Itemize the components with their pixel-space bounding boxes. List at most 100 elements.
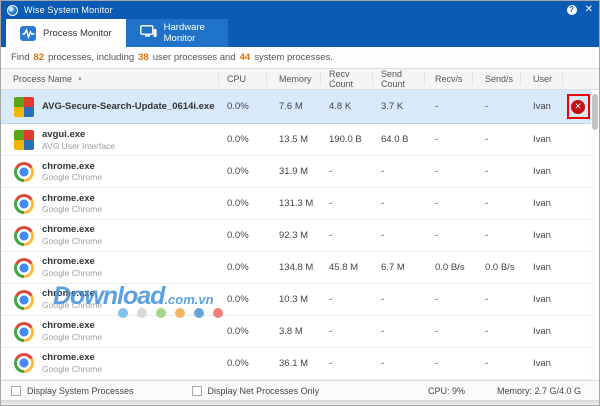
send-count-value: - bbox=[381, 230, 385, 242]
recv-s-value: - bbox=[435, 357, 439, 369]
recv-count-value: 190.0 B bbox=[329, 134, 362, 146]
column-header-memory[interactable]: Memory bbox=[267, 72, 321, 86]
recv-count-value: - bbox=[329, 230, 333, 242]
send-count-value: 64.0 B bbox=[381, 134, 409, 146]
column-header-recv-count[interactable]: Recv Count bbox=[321, 69, 373, 89]
recv-s-value: - bbox=[435, 230, 439, 242]
end-process-icon[interactable]: ✕ bbox=[571, 99, 585, 114]
display-net-processes-option[interactable]: Display Net Processes Only bbox=[191, 385, 319, 396]
column-header-user[interactable]: User bbox=[521, 72, 563, 86]
process-description: Google Chrome bbox=[42, 300, 103, 311]
process-name: chrome.exe bbox=[42, 224, 95, 236]
recv-count-value: 45.8 M bbox=[329, 262, 359, 274]
process-icon bbox=[14, 193, 34, 214]
table-row[interactable]: chrome.exe Google Chrome 0.0% 36.1 M - -… bbox=[1, 348, 599, 380]
system-process-count: 44 bbox=[239, 52, 251, 63]
user-value: Ivan bbox=[533, 230, 551, 242]
process-icon bbox=[14, 289, 34, 310]
display-net-processes-checkbox[interactable] bbox=[191, 385, 202, 396]
cpu-value: 0.0% bbox=[227, 101, 249, 113]
memory-value: 13.5 M bbox=[279, 134, 309, 146]
summary-text: Find bbox=[11, 52, 30, 63]
send-s-value: - bbox=[485, 198, 489, 210]
sort-ascending-icon: ▲ bbox=[77, 76, 83, 82]
send-s-value: - bbox=[485, 166, 489, 178]
process-name: chrome.exe bbox=[42, 256, 95, 268]
tab-hardware-monitor[interactable]: Hardware Monitor bbox=[125, 19, 228, 47]
process-name: chrome.exe bbox=[42, 288, 95, 300]
process-description: Google Chrome bbox=[42, 172, 103, 183]
scrollbar-thumb[interactable] bbox=[592, 94, 598, 130]
cpu-value: 0.0% bbox=[227, 230, 249, 242]
vertical-scrollbar[interactable] bbox=[591, 90, 599, 380]
column-header-send-count[interactable]: Send Count bbox=[373, 69, 425, 89]
process-description: Google Chrome bbox=[42, 268, 103, 279]
memory-usage-status: Memory: 2.7 G/4.0 G bbox=[496, 385, 581, 396]
send-count-value: 3.7 K bbox=[381, 101, 404, 113]
cpu-usage-status: CPU: 9% bbox=[427, 385, 465, 396]
process-description: Google Chrome bbox=[42, 364, 103, 375]
table-row[interactable]: chrome.exe Google Chrome 0.0% 131.3 M - … bbox=[1, 188, 599, 221]
cpu-value: 0.0% bbox=[227, 166, 249, 178]
help-icon[interactable]: ? bbox=[566, 5, 577, 15]
user-value: Ivan bbox=[533, 262, 551, 274]
app-logo-icon bbox=[7, 4, 18, 16]
table-row[interactable]: chrome.exe Google Chrome 0.0% 10.3 M - -… bbox=[1, 284, 599, 317]
tab-strip: Process Monitor Hardware Monitor bbox=[1, 19, 599, 47]
process-name: chrome.exe bbox=[42, 160, 95, 172]
cpu-value: 0.0% bbox=[227, 134, 249, 146]
summary-text: processes, including bbox=[48, 52, 135, 63]
cpu-value: 0.0% bbox=[227, 262, 249, 274]
memory-value: 134.8 M bbox=[279, 262, 314, 274]
process-description: Google Chrome bbox=[42, 204, 103, 215]
process-icon bbox=[14, 321, 34, 342]
column-header-send-s[interactable]: Send/s bbox=[473, 72, 521, 86]
process-icon bbox=[14, 353, 34, 374]
recv-s-value: - bbox=[435, 134, 439, 146]
process-description: Google Chrome bbox=[42, 332, 103, 343]
user-value: Ivan bbox=[533, 134, 551, 146]
table-row[interactable]: chrome.exe Google Chrome 0.0% 134.8 M 45… bbox=[1, 252, 599, 285]
recv-count-value: - bbox=[329, 357, 333, 369]
send-s-value: - bbox=[485, 357, 489, 369]
process-list: AVG-Secure-Search-Update_0614i.exe 0.0% … bbox=[1, 90, 599, 380]
process-name: chrome.exe bbox=[42, 352, 95, 364]
cpu-value: 0.0% bbox=[227, 326, 249, 338]
recv-count-value: 4.8 K bbox=[329, 101, 352, 113]
recv-s-value: - bbox=[435, 294, 439, 306]
display-system-processes-option[interactable]: Display System Processes bbox=[11, 385, 134, 396]
cpu-value: 0.0% bbox=[227, 198, 249, 210]
send-s-value: - bbox=[485, 134, 489, 146]
column-header-recv-s[interactable]: Recv/s bbox=[425, 72, 473, 86]
column-header-cpu[interactable]: CPU bbox=[219, 72, 267, 86]
send-s-value: - bbox=[485, 294, 489, 306]
table-row[interactable]: AVG-Secure-Search-Update_0614i.exe 0.0% … bbox=[1, 90, 599, 125]
user-value: Ivan bbox=[533, 294, 551, 306]
recv-count-value: - bbox=[329, 198, 333, 210]
recv-count-value: - bbox=[329, 166, 333, 178]
table-header: Process Name ▲ CPU Memory Recv Count Sen… bbox=[1, 68, 599, 90]
display-system-processes-checkbox[interactable] bbox=[11, 385, 21, 396]
process-icon bbox=[14, 257, 34, 278]
memory-value: 92.3 M bbox=[279, 230, 309, 242]
monitor-icon bbox=[139, 25, 157, 41]
column-header-action bbox=[563, 72, 593, 86]
table-row[interactable]: avgui.exe AVG User Interface 0.0% 13.5 M… bbox=[1, 124, 599, 157]
table-row[interactable]: chrome.exe Google Chrome 0.0% 3.8 M - - … bbox=[1, 316, 599, 348]
tab-label: Process Monitor bbox=[43, 27, 112, 39]
process-icon bbox=[14, 161, 34, 182]
table-row[interactable]: chrome.exe Google Chrome 0.0% 31.9 M - -… bbox=[1, 156, 599, 189]
recv-s-value: - bbox=[435, 326, 439, 338]
memory-value: 131.3 M bbox=[279, 198, 314, 210]
send-count-value: - bbox=[381, 166, 385, 178]
process-name: avgui.exe bbox=[42, 128, 86, 140]
memory-value: 7.6 M bbox=[279, 101, 303, 113]
close-window-icon[interactable]: ✕ bbox=[585, 5, 593, 15]
column-header-process-name[interactable]: Process Name ▲ bbox=[1, 72, 219, 86]
table-row[interactable]: chrome.exe Google Chrome 0.0% 92.3 M - -… bbox=[1, 220, 599, 253]
send-count-value: - bbox=[381, 326, 385, 338]
status-bar: Display System Processes Display Net Pro… bbox=[1, 380, 599, 400]
memory-value: 3.8 M bbox=[279, 326, 303, 338]
tab-process-monitor[interactable]: Process Monitor bbox=[6, 19, 126, 47]
recv-s-value: - bbox=[435, 101, 439, 113]
